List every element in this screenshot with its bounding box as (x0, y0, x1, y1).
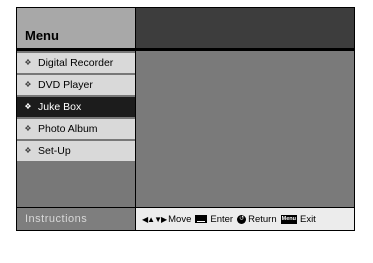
header-left-panel: Menu (17, 8, 135, 48)
sidebar-item-set-up[interactable]: ❖ Set-Up (17, 141, 135, 161)
sidebar-item-dvd-player[interactable]: ❖ DVD Player (17, 75, 135, 95)
diamond-bullet-icon: ❖ (24, 124, 32, 133)
sidebar-item-label: Set-Up (38, 145, 71, 157)
exit-hint-label: Exit (299, 213, 316, 225)
menu-key-icon: Menu (280, 214, 297, 224)
instructions-label: Instructions (25, 213, 88, 225)
diamond-bullet-icon: ❖ (24, 102, 32, 111)
key-hints-bar: ◀▲▼▶ Move Enter ↺ Return Menu Exit (136, 208, 354, 230)
enter-hint: Enter (195, 214, 233, 225)
header-right-panel (136, 8, 354, 48)
move-hint-label: Move (168, 213, 192, 225)
move-hint: ◀▲▼▶ Move (142, 214, 191, 225)
sidebar-menu-list: ❖ Digital Recorder ❖ DVD Player ❖ Juke B… (17, 53, 135, 163)
diamond-bullet-icon: ❖ (24, 58, 32, 67)
exit-hint: Menu Exit (280, 213, 316, 225)
return-hint-label: Return (248, 213, 277, 225)
move-arrows-icon: ◀▲▼▶ (142, 214, 167, 224)
sidebar-item-digital-recorder[interactable]: ❖ Digital Recorder (17, 53, 135, 73)
sidebar-item-label: Juke Box (38, 101, 82, 113)
instructions-panel: Instructions (17, 208, 135, 230)
menu-screen: Menu ❖ Digital Recorder ❖ DVD Player ❖ J… (16, 7, 355, 231)
sidebar: ❖ Digital Recorder ❖ DVD Player ❖ Juke B… (17, 51, 135, 207)
header-divider (17, 48, 354, 50)
sidebar-item-label: Photo Album (38, 123, 98, 135)
diamond-bullet-icon: ❖ (24, 80, 32, 89)
sidebar-item-photo-album[interactable]: ❖ Photo Album (17, 119, 135, 139)
diamond-bullet-icon: ❖ (24, 146, 32, 155)
enter-key-icon (195, 215, 208, 223)
content-panel (136, 51, 354, 207)
sidebar-item-label: Digital Recorder (38, 57, 114, 69)
return-icon: ↺ (237, 214, 247, 224)
enter-hint-label: Enter (210, 213, 234, 225)
sidebar-item-juke-box[interactable]: ❖ Juke Box (17, 97, 135, 117)
menu-title: Menu (25, 28, 59, 43)
return-hint: ↺ Return (237, 214, 277, 225)
sidebar-item-label: DVD Player (38, 79, 93, 91)
